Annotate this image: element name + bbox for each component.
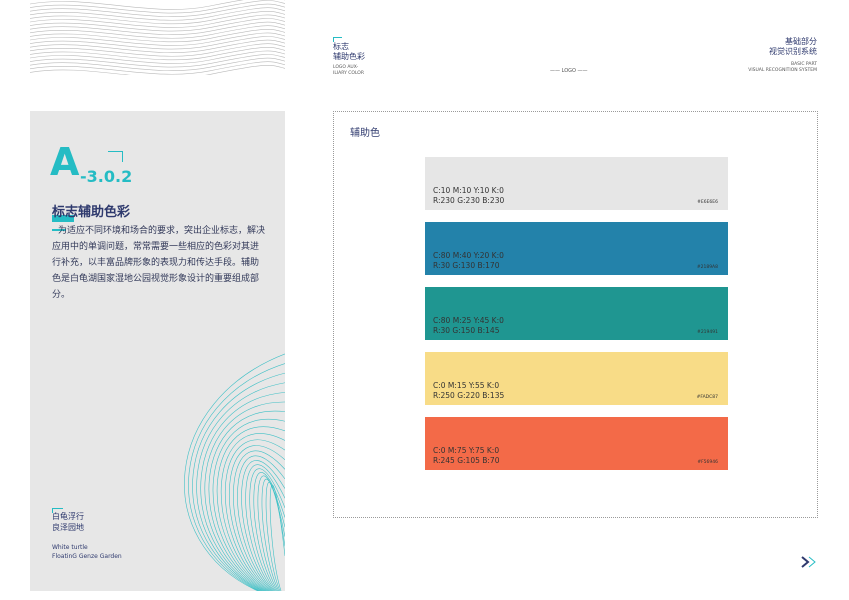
brand-slogan-cn-line2: 良泽园地 [52, 523, 84, 532]
color-swatch-teal: C:80 M:25 Y:45 K:0 R:30 G:150 B:145 #219… [425, 287, 728, 340]
swatch-rgb: R:245 G:105 B:70 [433, 456, 500, 465]
wave-line [188, 363, 285, 591]
header-section-label-en-line2: ILIARY COLOR [333, 71, 364, 76]
frame-title: 辅助色 [350, 128, 380, 139]
brand-slogan-cn: 白龟浮行 良泽园地 [52, 511, 84, 533]
wave-line [30, 54, 285, 68]
wave-line [30, 47, 285, 61]
wave-line [30, 29, 285, 43]
brand-slogan-en-line2: FloatinG Genze Garden [52, 553, 122, 560]
swatch-cmyk: C:10 M:10 Y:10 K:0 [433, 186, 504, 195]
decorative-wave-lines [184, 353, 285, 591]
wave-line [30, 0, 285, 14]
left-info-panel: A -3.0.2 标志辅助色彩 为适应不同环境和场合的要求，突出企业标志，解决应… [30, 111, 285, 591]
swatch-hex: #FADC87 [696, 395, 718, 400]
header-section-label-cn: 标志 辅助色彩 [333, 42, 365, 62]
color-swatch-blue: C:80 M:40 Y:20 K:0 R:30 G:130 B:170 #218… [425, 222, 728, 275]
wave-line [30, 57, 285, 71]
wave-line [265, 481, 285, 591]
logo-dash-right: —— [575, 68, 588, 74]
wave-line [30, 25, 285, 39]
code-bracket-decoration [108, 151, 123, 162]
swatch-cmyk: C:0 M:15 Y:55 K:0 [433, 381, 500, 390]
swatch-hex: #2189A8 [696, 265, 718, 270]
wave-line [30, 7, 285, 21]
wave-line [30, 11, 285, 25]
wave-line [200, 392, 285, 591]
wave-line [30, 50, 285, 64]
header-part-label-cn: 基础部分 视觉识别系统 [769, 37, 817, 57]
header-part-label-line1: 基础部分 [785, 37, 817, 46]
wave-line [208, 410, 285, 591]
header-part-label-en-line2: VISUAL RECOGNITION SYSTEM [748, 68, 817, 73]
logo-dash-left: —— [550, 68, 562, 74]
wave-line [212, 419, 285, 591]
wave-line [30, 18, 285, 32]
section-title: 标志辅助色彩 [52, 205, 131, 220]
wave-line [30, 36, 285, 50]
color-swatch-frame: 辅助色 C:10 M:10 Y:10 K:0 R:230 G:230 B:230… [333, 111, 818, 518]
color-swatch-gray: C:10 M:10 Y:10 K:0 R:230 G:230 B:230 #E6… [425, 157, 728, 210]
wave-line [30, 61, 285, 75]
swatch-cmyk: C:80 M:25 Y:45 K:0 [433, 316, 504, 325]
swatch-rgb: R:30 G:150 B:145 [433, 326, 500, 335]
header-section-label-line1: 标志 [333, 42, 349, 51]
header-section-label-line2: 辅助色彩 [333, 52, 365, 61]
brand-slogan-en-line1: White turtle [52, 544, 88, 551]
swatch-rgb: R:30 G:130 B:170 [433, 261, 500, 270]
header-part-label-en: BASIC PART VISUAL RECOGNITION SYSTEM [748, 62, 817, 74]
wave-line [30, 21, 285, 35]
wave-line [184, 353, 285, 591]
swatch-cmyk: C:0 M:75 Y:75 K:0 [433, 446, 500, 455]
header-logo-label: —— LOGO —— [550, 68, 588, 74]
header-part-label-line2: 视觉识别系统 [769, 47, 817, 56]
swatch-rgb: R:230 G:230 B:230 [433, 196, 505, 205]
color-swatch-orange: C:0 M:75 Y:75 K:0 R:245 G:105 B:70 #F569… [425, 417, 728, 470]
section-description: 为适应不同环境和场合的要求，突出企业标志，解决应用中的单调问题，常常需要一些相应… [52, 226, 266, 300]
swatch-cmyk: C:80 M:40 Y:20 K:0 [433, 251, 504, 260]
color-swatch-yellow: C:0 M:15 Y:55 K:0 R:250 G:220 B:135 #FAD… [425, 352, 728, 405]
wave-line [229, 445, 285, 591]
decorative-wave-lines [30, 0, 285, 75]
swatch-hex: #219491 [697, 330, 718, 335]
section-letter: A [50, 140, 80, 184]
wave-line [30, 14, 285, 28]
wave-line [30, 32, 285, 46]
next-page-arrow-icon[interactable] [801, 556, 819, 568]
section-code: -3.0.2 [80, 167, 133, 186]
wave-line [30, 39, 285, 53]
logo-text: LOGO [561, 68, 576, 74]
brand-slogan-cn-line1: 白龟浮行 [52, 512, 84, 521]
swatch-rgb: R:250 G:220 B:135 [433, 391, 505, 400]
brand-slogan-en: White turtle FloatinG Genze Garden [52, 543, 122, 561]
header-section-label-en: LOGO AUX- ILIARY COLOR [333, 65, 364, 77]
wave-line [30, 3, 285, 17]
swatch-hex: #E6E6E6 [697, 200, 718, 205]
wave-line [30, 43, 285, 57]
swatch-hex: #F56946 [697, 460, 718, 465]
wave-line [30, 0, 285, 10]
wave-line [245, 464, 285, 591]
